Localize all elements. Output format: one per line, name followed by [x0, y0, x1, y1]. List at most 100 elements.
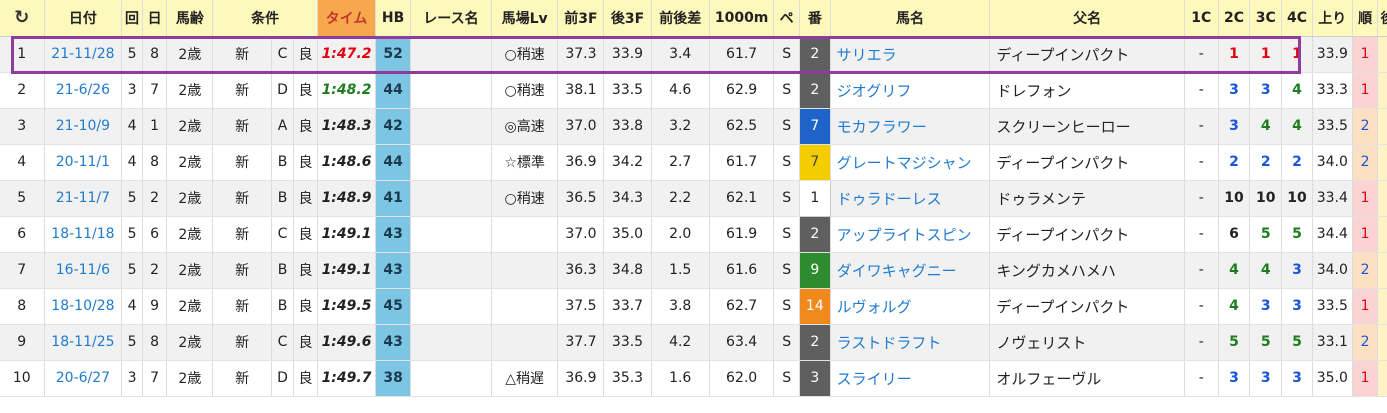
- first3f-value: 37.5: [557, 288, 605, 325]
- corner1-value: -: [1184, 72, 1219, 109]
- age-value: 2歳: [166, 252, 214, 289]
- hb-value: 45: [375, 288, 411, 325]
- race-date-link[interactable]: 18-10/28: [44, 288, 123, 325]
- race-date-link[interactable]: 21-11/28: [44, 36, 123, 73]
- col-track[interactable]: 馬場Lv: [491, 0, 559, 37]
- horse-name-link[interactable]: サリエラ: [830, 36, 991, 73]
- hb-value: 43: [375, 216, 411, 253]
- finish-rank: 1: [1352, 180, 1379, 217]
- header-row: ↻ 日付 回 日 馬齢 条件 タイム HB レース名 馬場Lv 前3F 後3F …: [0, 0, 1387, 37]
- col-race[interactable]: レース名: [410, 0, 492, 37]
- table-row[interactable]: 8 18-10/28 4 9 2歳新 B 良 1:49.5 45 37.5 33.7 3.8 62.7 S…: [0, 288, 1387, 325]
- track-level: △稍遅: [491, 360, 559, 397]
- horse-name-link[interactable]: ドゥラドーレス: [830, 180, 991, 217]
- col-diff[interactable]: 前後差: [651, 0, 710, 37]
- race-date-link[interactable]: 21-6/26: [44, 72, 123, 109]
- table-row[interactable]: 10 20-6/27 3 7 2歳新 D 良 1:49.7 38 △稍遅 36.9 35.3 1.6 62…: [0, 360, 1387, 397]
- col-hb[interactable]: HB: [375, 0, 411, 37]
- horse-name-link[interactable]: アップライトスピン: [830, 216, 991, 253]
- reload-button[interactable]: ↻: [0, 0, 45, 37]
- horse-name-link[interactable]: グレートマジシャン: [830, 144, 991, 181]
- first3f-value: 36.9: [557, 144, 605, 181]
- agari-value: 34.0: [1312, 144, 1353, 181]
- horse-name-link[interactable]: ダイワキャグニー: [830, 252, 991, 289]
- horse-name-link[interactable]: ジオグリフ: [830, 72, 991, 109]
- race-name: [410, 144, 492, 181]
- col-c2[interactable]: 2C: [1218, 0, 1251, 37]
- col-c4[interactable]: 4C: [1281, 0, 1313, 37]
- col-num[interactable]: 番: [799, 0, 831, 37]
- col-kai[interactable]: 回: [121, 0, 143, 37]
- race-date-link[interactable]: 20-11/1: [44, 144, 123, 181]
- sire-name: ノヴェリスト: [989, 324, 1185, 361]
- class-value: B: [271, 144, 295, 181]
- table-row[interactable]: 4 20-11/1 4 8 2歳新 B 良 1:48.6 44 ☆標準 36.9 34.2 2.7 61.…: [0, 144, 1387, 181]
- table-row[interactable]: 7 16-11/6 5 2 2歳新 B 良 1:49.1 43 36.3 34.8 1.5 61.6 S 9…: [0, 252, 1387, 289]
- pace-value: S: [773, 144, 800, 181]
- race-date-link[interactable]: 21-11/7: [44, 180, 123, 217]
- last3f-value: 34.8: [603, 252, 652, 289]
- track-level: [491, 216, 559, 253]
- sire-name: キングカメハメハ: [989, 252, 1185, 289]
- col-horse[interactable]: 馬名: [830, 0, 991, 37]
- col-date[interactable]: 日付: [44, 0, 123, 37]
- col-pace[interactable]: ペ: [773, 0, 800, 37]
- reload-icon[interactable]: ↻: [14, 7, 29, 28]
- horse-name-link[interactable]: ラストドラフト: [830, 324, 991, 361]
- race-name: [410, 288, 492, 325]
- race-date-link[interactable]: 20-6/27: [44, 360, 123, 397]
- table-row[interactable]: 9 18-11/25 5 8 2歳新 C 良 1:49.6 43 37.7 33.5 4.2 63.4 S…: [0, 324, 1387, 361]
- col-rank[interactable]: 順: [1352, 0, 1379, 37]
- track-level: ○稍速: [491, 180, 559, 217]
- age-value: 2歳: [166, 324, 214, 361]
- time-value: 1:49.7: [317, 360, 377, 397]
- gate-number: 2: [799, 216, 831, 253]
- horse-name-link[interactable]: ルヴォルグ: [830, 288, 991, 325]
- table-row[interactable]: 1 21-11/28 5 8 2歳新 C 良 1:47.2 52 ○稍速 37.3 33.9 3.4 61…: [0, 36, 1387, 73]
- class-value: B: [271, 252, 295, 289]
- pace-1000m-value: 62.0: [709, 360, 775, 397]
- race-date-link[interactable]: 16-11/6: [44, 252, 123, 289]
- col-agari[interactable]: 上り: [1312, 0, 1353, 37]
- table-row[interactable]: 3 21-10/9 4 1 2歳新 A 良 1:48.3 42 ◎高速 37.0 33.8 3.2 62.…: [0, 108, 1387, 145]
- row-number: 2: [0, 72, 45, 109]
- race-date-link[interactable]: 18-11/25: [44, 324, 123, 361]
- extra-cell: [1377, 36, 1387, 73]
- col-day[interactable]: 日: [142, 0, 168, 37]
- time-value: 1:48.9: [317, 180, 377, 217]
- col-age[interactable]: 馬齢: [166, 0, 214, 37]
- extra-cell: [1377, 72, 1387, 109]
- col-cond[interactable]: 条件: [212, 0, 318, 37]
- horse-name-link[interactable]: スライリー: [830, 360, 991, 397]
- table-row[interactable]: 5 21-11/7 5 2 2歳新 B 良 1:48.9 41 ○稍速 36.5 34.3 2.2 62.…: [0, 179, 1387, 217]
- diff-value: 4.2: [651, 324, 710, 361]
- race-results-table: ↻ 日付 回 日 馬齢 条件 タイム HB レース名 馬場Lv 前3F 後3F …: [0, 0, 1387, 397]
- condition-value: 新: [212, 144, 272, 181]
- day-value: 2: [142, 180, 168, 217]
- col-sire[interactable]: 父名: [989, 0, 1185, 37]
- hb-value: 43: [375, 324, 411, 361]
- day-value: 8: [142, 324, 168, 361]
- corner3-value: 4: [1249, 108, 1283, 145]
- row-number: 9: [0, 324, 45, 361]
- horse-name-link[interactable]: モカフラワー: [830, 108, 991, 145]
- first3f-value: 37.0: [557, 216, 605, 253]
- diff-value: 2.0: [651, 216, 710, 253]
- finish-rank: 1: [1352, 72, 1379, 109]
- col-f3f[interactable]: 前3F: [557, 0, 605, 37]
- col-c3[interactable]: 3C: [1249, 0, 1283, 37]
- race-name: [410, 36, 492, 73]
- corner2-value: 10: [1218, 180, 1251, 217]
- col-l3f[interactable]: 後3F: [603, 0, 652, 37]
- table-row[interactable]: 6 18-11/18 5 6 2歳新 C 良 1:49.1 43 37.0 35.0 2.0 61.9 S…: [0, 216, 1387, 253]
- table-row[interactable]: 2 21-6/26 3 7 2歳新 D 良 1:48.2 44 ○稍速 38.1 33.5 4.6 62.…: [0, 72, 1387, 109]
- race-date-link[interactable]: 18-11/18: [44, 216, 123, 253]
- age-value: 2歳: [166, 288, 214, 325]
- col-dist[interactable]: 1000m: [709, 0, 775, 37]
- gate-number: 2: [799, 72, 831, 109]
- col-c1[interactable]: 1C: [1184, 0, 1219, 37]
- race-date-link[interactable]: 21-10/9: [44, 108, 123, 145]
- going-value: 良: [293, 108, 318, 145]
- col-time[interactable]: タイム: [317, 0, 377, 37]
- col-extra[interactable]: 後: [1377, 0, 1387, 37]
